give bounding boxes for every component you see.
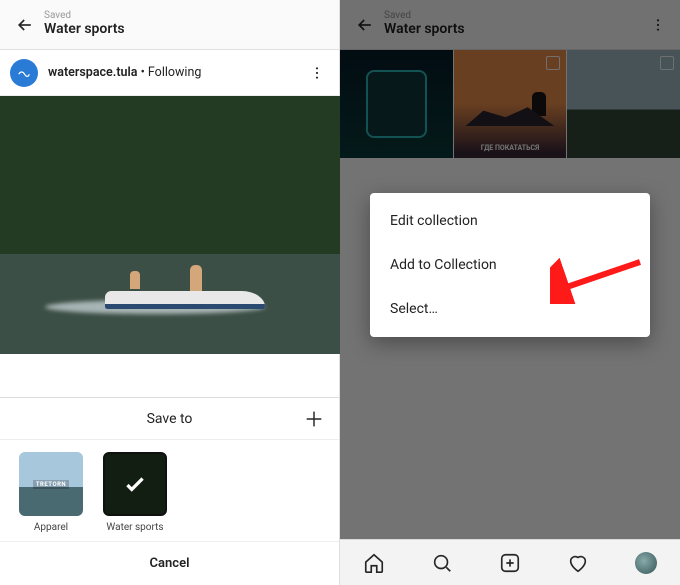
sheet-header: Save to (0, 398, 339, 440)
collection-water-sports[interactable]: Water sports (102, 452, 168, 533)
save-to-sheet: Save to TRETORN Apparel Water sports Can… (0, 397, 339, 585)
sheet-title: Save to (147, 411, 193, 427)
back-button[interactable] (10, 10, 40, 40)
home-icon (363, 552, 385, 574)
collection-thumb (103, 452, 167, 516)
collection-thumb: TRETORN (19, 452, 83, 516)
person-icon (130, 271, 140, 289)
collection-name: Apparel (34, 522, 68, 533)
collection-name: Water sports (106, 522, 163, 533)
bottom-nav (340, 539, 680, 585)
search-icon (431, 552, 453, 574)
follow-status: • Following (137, 65, 201, 80)
boat-hull (105, 291, 265, 309)
header: Saved Water sports (0, 0, 339, 50)
nav-search[interactable] (430, 551, 454, 575)
more-vertical-icon (309, 65, 325, 81)
new-collection-button[interactable] (301, 406, 327, 432)
username-line[interactable]: waterspace.tula • Following (48, 65, 305, 80)
left-pane: Saved Water sports waterspace.tula • Fol… (0, 0, 340, 585)
collection-apparel[interactable]: TRETORN Apparel (18, 452, 84, 533)
nav-activity[interactable] (566, 551, 590, 575)
header-text: Saved Water sports (44, 11, 329, 38)
plus-icon (303, 408, 325, 430)
plus-square-icon (499, 552, 521, 574)
avatar-icon (635, 552, 657, 574)
username: waterspace.tula (48, 65, 137, 80)
post-user-row: waterspace.tula • Following (0, 50, 339, 96)
forest-bg (0, 96, 340, 261)
annotation-arrow-icon (550, 254, 650, 304)
header-saved-label: Saved (44, 11, 329, 21)
post-image[interactable] (0, 96, 340, 354)
cancel-label: Cancel (150, 556, 190, 571)
header-title: Water sports (44, 21, 329, 38)
arrow-left-icon (15, 15, 35, 35)
wave-icon (17, 66, 31, 80)
avatar[interactable] (10, 59, 38, 87)
nav-profile[interactable] (634, 551, 658, 575)
boat (105, 271, 265, 309)
check-icon (122, 471, 148, 497)
nav-new-post[interactable] (498, 551, 522, 575)
cancel-button[interactable]: Cancel (0, 541, 339, 585)
heart-icon (567, 552, 589, 574)
post-more-button[interactable] (305, 61, 329, 85)
thumb-brand-label: TRETORN (33, 480, 69, 489)
nav-home[interactable] (362, 551, 386, 575)
collections-row: TRETORN Apparel Water sports (0, 440, 339, 541)
right-pane: Saved Water sports ГДЕ ПОКАТАТЬСЯ Edit c… (340, 0, 680, 585)
menu-edit-collection[interactable]: Edit collection (370, 199, 650, 243)
person-icon (190, 265, 202, 291)
